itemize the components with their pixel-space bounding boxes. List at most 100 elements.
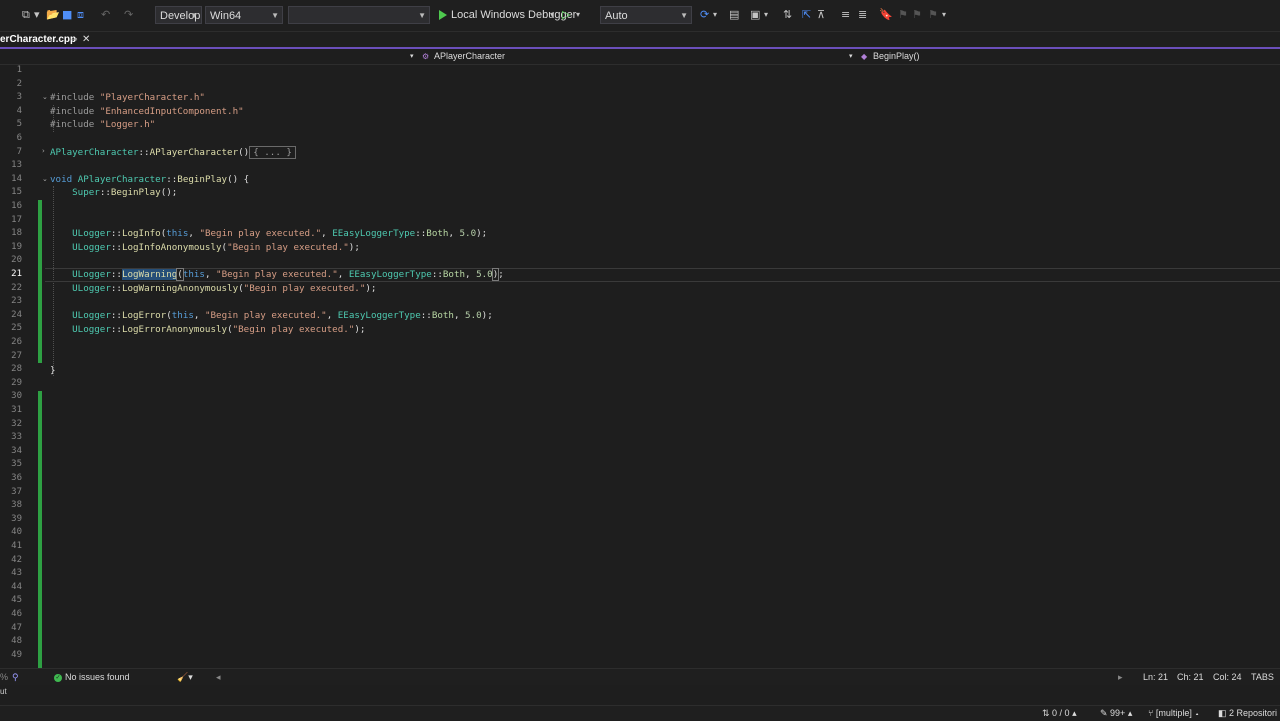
column-indicator[interactable]: Col: 24 xyxy=(1213,669,1242,685)
branch-text: [multiple] xyxy=(1155,708,1192,718)
code-token: , xyxy=(453,310,466,321)
output-text: ut xyxy=(0,687,7,696)
line-number: 39 xyxy=(11,513,22,524)
clear-bookmarks-icon[interactable]: ⚑ xyxy=(928,8,938,22)
startup-project-dropdown[interactable]: ▼ xyxy=(288,6,430,24)
chevron-down-icon: ▼ xyxy=(271,11,279,20)
code-token: 5.0 xyxy=(476,269,493,280)
selected-token: LogWarning xyxy=(121,269,178,280)
line-indicator[interactable]: Ln: 21 xyxy=(1143,669,1168,685)
tab-player-character-cpp[interactable]: erCharacter.cpp xyxy=(0,32,81,48)
redo-icon[interactable]: ↷ xyxy=(124,8,133,22)
open-folder-icon[interactable]: 📂 xyxy=(46,8,60,22)
start-without-debugging-icon[interactable]: ▷ xyxy=(562,8,570,22)
code-line-19: ULogger::LogInfoAnonymously("Begin play … xyxy=(50,241,360,255)
line-number: 6 xyxy=(16,133,22,143)
class-scope-dropdown[interactable]: APlayerCharacter xyxy=(434,49,505,64)
code-line-22: ULogger::LogWarningAnonymously("Begin pl… xyxy=(50,282,376,296)
fold-toggle-icon[interactable]: ⌄ xyxy=(42,173,48,187)
code-token: "Begin play executed." xyxy=(199,228,322,239)
line-number: 17 xyxy=(11,214,22,225)
code-token: EEasyLoggerType xyxy=(332,228,416,239)
branch-indicator[interactable]: ⑂ [multiple] ▴ xyxy=(1148,706,1200,721)
hot-reload-icon[interactable]: ⟳ xyxy=(700,8,709,22)
line-number: 28 xyxy=(11,364,22,375)
code-token: , xyxy=(337,269,349,280)
line-number: 44 xyxy=(11,581,22,592)
line-number: 48 xyxy=(11,636,22,647)
line-number: 30 xyxy=(11,391,22,402)
chevron-down-icon[interactable]: ▾ xyxy=(713,8,717,22)
code-line-14: void APlayerCharacter::BeginPlay() { xyxy=(50,173,249,187)
code-token: LogError xyxy=(121,310,167,321)
code-token: #include xyxy=(50,92,95,103)
start-debugging-icon[interactable] xyxy=(439,10,447,20)
scroll-right-icon[interactable]: ▸ xyxy=(1118,669,1123,685)
intellicode-icon[interactable]: ⚲ xyxy=(12,669,19,685)
chevron-down-icon[interactable]: ▾ xyxy=(550,8,554,22)
solution-explorer-icon[interactable]: ⧉ xyxy=(22,8,30,22)
code-token: this xyxy=(182,269,205,280)
bookmark-icon[interactable]: 🔖 xyxy=(879,8,893,22)
undo-icon[interactable]: ↶ xyxy=(101,8,110,22)
close-icon[interactable]: ✕ xyxy=(82,32,90,48)
git-errors-text: 0 / 0 xyxy=(1052,708,1070,718)
tab-label: erCharacter.cpp xyxy=(0,34,77,45)
layout-icon[interactable]: ▣ xyxy=(750,8,760,22)
browse-icon[interactable]: ▤ xyxy=(729,8,739,22)
code-editor[interactable]: ⌄ › ⌄ #include "PlayerCharacter.h" #incl… xyxy=(0,64,1280,668)
code-token: 5.0 xyxy=(459,228,477,239)
pointer-icon[interactable]: ⇱ xyxy=(802,8,811,22)
git-errors-indicator[interactable]: ⇅ 0 / 0 ▴ xyxy=(1042,706,1077,721)
code-token: ); xyxy=(481,310,493,321)
prev-bookmark-icon[interactable]: ⚑ xyxy=(898,8,908,22)
format-icon[interactable]: ⊼ xyxy=(817,8,825,22)
zoom-indicator[interactable]: % xyxy=(0,669,8,685)
line-number: 46 xyxy=(11,609,22,619)
chevron-down-icon[interactable]: ▾ xyxy=(410,49,414,64)
code-token: , xyxy=(193,310,205,321)
code-token: ULogger xyxy=(72,324,111,335)
issues-indicator[interactable]: ✓ No issues found xyxy=(54,669,130,685)
code-token: APlayerCharacter xyxy=(50,147,139,158)
collapsed-block[interactable]: { ... } xyxy=(249,146,296,159)
save-icon[interactable]: ■ xyxy=(62,8,72,22)
scroll-left-icon[interactable]: ◂ xyxy=(216,669,221,685)
pin-icon[interactable]: ⊸ xyxy=(70,32,78,48)
code-line-18: ULogger::LogInfo(this, "Begin play execu… xyxy=(50,227,487,241)
code-token: :: xyxy=(415,228,427,239)
platform-dropdown[interactable]: Win64 ▼ xyxy=(205,6,283,24)
code-token: :: xyxy=(110,310,122,321)
build-mode-dropdown[interactable]: Auto ▼ xyxy=(600,6,692,24)
configuration-dropdown[interactable]: Develop ▼ xyxy=(155,6,202,24)
outdent-icon[interactable]: ≣ xyxy=(858,8,867,22)
code-token: Both xyxy=(442,269,466,280)
code-token: LogErrorAnonymously xyxy=(121,324,228,335)
chevron-down-icon[interactable]: ▾ xyxy=(942,8,946,22)
code-cleanup-icon[interactable]: 🧹▾ xyxy=(177,669,193,685)
chevron-down-icon[interactable]: ▾ xyxy=(849,49,853,64)
next-bookmark-icon[interactable]: ⚑ xyxy=(912,8,922,22)
main-status-bar: ⇅ 0 / 0 ▴ ✎ 99+ ▴ ⑂ [multiple] ▴ ◧ 2 Rep… xyxy=(0,705,1280,721)
chevron-down-icon[interactable]: ▾ xyxy=(764,8,768,22)
pending-changes-indicator[interactable]: ✎ 99+ ▴ xyxy=(1100,706,1132,721)
repositories-indicator[interactable]: ◧ 2 Repositori xyxy=(1218,706,1277,721)
indent-indicator[interactable]: TABS xyxy=(1251,669,1274,685)
code-token: , xyxy=(204,269,217,280)
line-number: 25 xyxy=(11,323,22,334)
code-line-21: ULogger::LogWarning(this, "Begin play ex… xyxy=(50,268,504,282)
indent-icon[interactable]: ≡ xyxy=(841,8,850,22)
dropdown-icon[interactable]: ▾ xyxy=(34,8,40,22)
step-icon[interactable]: ⇅ xyxy=(783,8,792,22)
chevron-down-icon[interactable]: ▾ xyxy=(576,8,580,22)
member-scope-dropdown[interactable]: BeginPlay() xyxy=(873,49,920,64)
char-indicator[interactable]: Ch: 21 xyxy=(1177,669,1204,685)
line-number: 49 xyxy=(11,649,22,660)
code-line-25: ULogger::LogErrorAnonymously("Begin play… xyxy=(50,323,365,337)
fold-toggle-icon[interactable]: ⌄ xyxy=(42,91,48,105)
method-icon: ◆ xyxy=(861,52,868,61)
fold-toggle-icon[interactable]: › xyxy=(42,145,45,159)
save-all-icon[interactable]: ⧈ xyxy=(77,8,84,22)
debugger-button[interactable]: Local Windows Debugger xyxy=(451,6,576,24)
code-token: BeginPlay xyxy=(177,174,228,185)
